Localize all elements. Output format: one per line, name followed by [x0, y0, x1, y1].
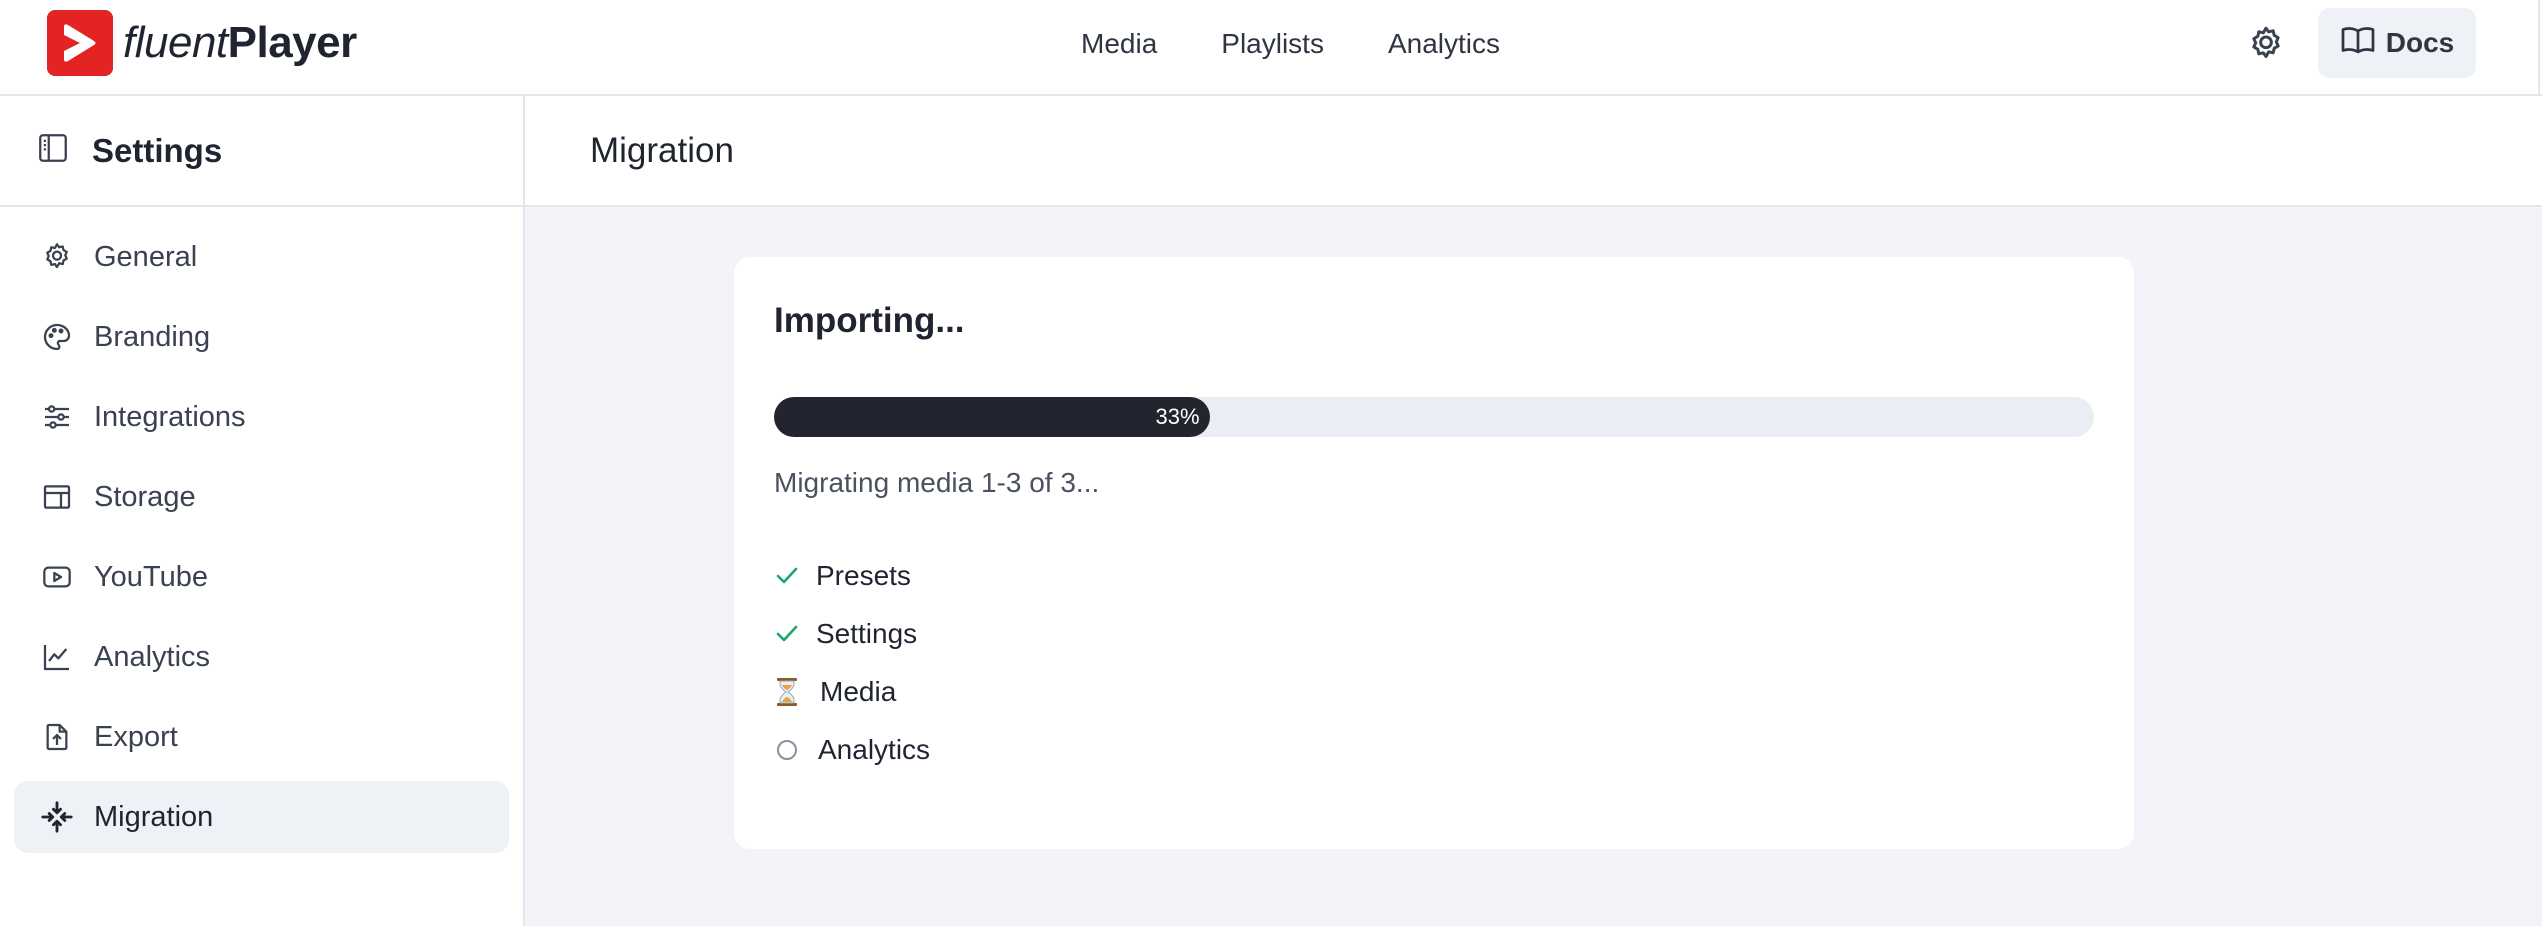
book-icon: [2340, 25, 2376, 62]
brand-name: fluentPlayer: [123, 18, 357, 68]
page-header: Migration: [525, 96, 2542, 207]
window-edge: [2538, 0, 2540, 96]
check-icon: [774, 619, 800, 649]
sidebar-item-label: Export: [94, 720, 178, 753]
check-icon: [774, 561, 800, 591]
progress-status: Migrating media 1-3 of 3...: [774, 467, 1100, 498]
sidebar-item-label: Analytics: [94, 640, 211, 673]
brand-name-bold: Player: [227, 18, 358, 67]
settings-sidebar: Settings General Branding Integrations S…: [0, 96, 525, 926]
sidebar-item-migration[interactable]: Migration: [14, 781, 509, 853]
export-icon: [40, 720, 74, 754]
brand-name-light: fluent: [123, 18, 228, 67]
migration-card: Importing... 33% Migrating media 1-3 of …: [734, 257, 2134, 849]
sidebar-toggle-icon[interactable]: [36, 131, 70, 170]
progress-bar: 33%: [774, 397, 2094, 437]
progress-fill: 33%: [774, 397, 1210, 437]
import-heading: Importing...: [774, 301, 965, 340]
sliders-icon: [40, 400, 74, 434]
sidebar-item-label: Integrations: [94, 400, 246, 433]
gear-icon: [40, 240, 74, 274]
top-nav: Media Playlists Analytics: [1081, 22, 1564, 66]
logo-play-icon: [47, 10, 113, 76]
migration-icon: [40, 800, 74, 834]
sidebar-title: Settings: [92, 131, 223, 169]
top-nav-analytics[interactable]: Analytics: [1388, 28, 1500, 60]
sidebar-item-analytics[interactable]: Analytics: [14, 621, 509, 693]
sidebar-item-label: Storage: [94, 480, 196, 513]
step-label: Presets: [816, 560, 911, 591]
circle-icon: [774, 735, 800, 765]
page-title: Migration: [590, 130, 734, 170]
top-nav-media[interactable]: Media: [1081, 28, 1157, 60]
top-nav-playlists[interactable]: Playlists: [1221, 28, 1324, 60]
brand[interactable]: fluentPlayer: [47, 10, 357, 76]
step-label: Media: [820, 676, 897, 707]
docs-button[interactable]: Docs: [2318, 8, 2476, 78]
step-analytics: Analytics: [774, 721, 930, 779]
top-bar: fluentPlayer Media Playlists Analytics D…: [0, 0, 2542, 96]
docs-label: Docs: [2385, 27, 2455, 58]
settings-gear-icon[interactable]: [2246, 24, 2286, 64]
main-content: Importing... 33% Migrating media 1-3 of …: [525, 207, 2542, 926]
step-label: Settings: [816, 618, 918, 649]
sidebar-item-branding[interactable]: Branding: [14, 301, 509, 373]
sidebar-item-label: General: [94, 240, 198, 273]
storage-icon: [40, 480, 74, 514]
sidebar-item-youtube[interactable]: YouTube: [14, 541, 509, 613]
sidebar-item-label: Branding: [94, 320, 211, 353]
sidebar-item-integrations[interactable]: Integrations: [14, 381, 509, 453]
sidebar-item-export[interactable]: Export: [14, 701, 509, 773]
step-media: Media: [774, 663, 930, 721]
palette-icon: [40, 320, 74, 354]
sidebar-header: Settings: [0, 96, 523, 207]
sidebar-item-general[interactable]: General: [14, 221, 509, 293]
sidebar-item-label: YouTube: [94, 560, 208, 593]
step-settings: Settings: [774, 605, 930, 663]
hourglass-icon: [774, 677, 800, 707]
sidebar-nav: General Branding Integrations Storage Yo…: [0, 207, 523, 853]
sidebar-item-storage[interactable]: Storage: [14, 461, 509, 533]
migration-steps: Presets Settings Media Analytics: [774, 547, 930, 779]
youtube-icon: [40, 560, 74, 594]
step-label: Analytics: [818, 734, 931, 765]
step-presets: Presets: [774, 547, 930, 605]
progress-label: 33%: [1155, 404, 1200, 429]
sidebar-item-label: Migration: [94, 800, 214, 833]
chart-line-icon: [40, 640, 74, 674]
